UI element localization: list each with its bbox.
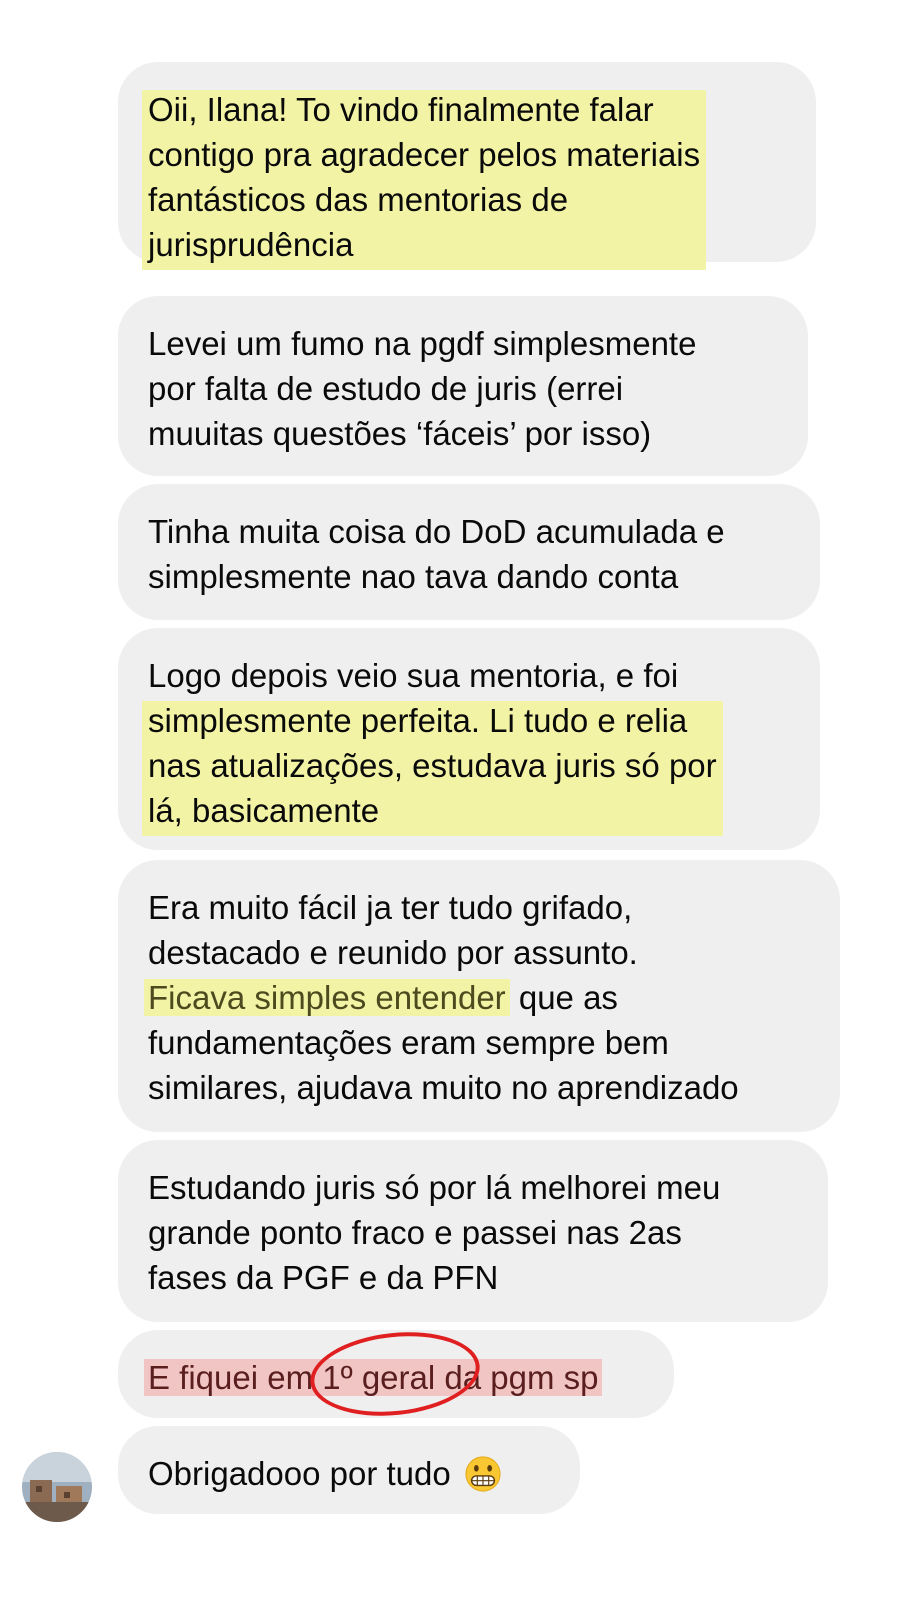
message-bubble[interactable]: Tinha muita coisa do DoD acumulada e sim…: [118, 484, 820, 620]
message-text: muuitas questões ‘fáceis’ por isso): [148, 415, 652, 452]
message-bubble[interactable]: Oii, Ilana! To vindo finalmente falar co…: [118, 62, 816, 270]
message-text: simplesmente nao tava dando conta: [148, 558, 679, 595]
message-text: contigo pra agradecer pelos materiais: [148, 136, 701, 173]
message-bubble[interactable]: Obrigadooo por tudo: [118, 1426, 580, 1514]
message-text: jurisprudência: [148, 226, 354, 263]
message-bubble[interactable]: Levei um fumo na pgdf simplesmente por f…: [118, 296, 808, 476]
message-text: destacado e reunido por assunto.: [148, 934, 638, 971]
message-text: Obrigadooo por tudo: [148, 1455, 451, 1492]
grimacing-face-icon: [465, 1456, 501, 1492]
message-text: Logo depois veio sua mentoria, e foi: [148, 657, 679, 694]
message-text: fases da PGF e da PFN: [148, 1259, 499, 1296]
highlight-block: simplesmente perfeita. Li tudo e relia n…: [142, 701, 723, 836]
message-text: Oii, Ilana! To vindo finalmente falar: [148, 91, 654, 128]
message-text: Levei um fumo na pgdf simplesmente: [148, 325, 697, 362]
message-bubble[interactable]: Era muito fácil ja ter tudo grifado, des…: [118, 860, 840, 1132]
message-text: grande ponto fraco e passei nas 2as: [148, 1214, 682, 1251]
message-bubble[interactable]: Estudando juris só por lá melhorei meu g…: [118, 1140, 828, 1322]
message-text: lá, basicamente: [148, 792, 380, 829]
message-text: Tinha muita coisa do DoD acumulada e: [148, 513, 725, 550]
message-text: por falta de estudo de juris (errei: [148, 370, 624, 407]
highlighted-text: Ficava simples entender: [144, 979, 510, 1016]
message-text: nas atualizações, estudava juris só por: [148, 747, 717, 784]
highlight-block: Oii, Ilana! To vindo finalmente falar co…: [142, 90, 707, 270]
message-text: similares, ajudava muito no aprendizado: [148, 1069, 739, 1106]
message-text-line: Ficava simples entender que as: [144, 978, 810, 1023]
message-text: simplesmente perfeita. Li tudo e relia: [148, 702, 688, 739]
message-text: fundamentações eram sempre bem: [148, 1024, 669, 1061]
avatar-image: [22, 1452, 92, 1522]
message-text-line: Obrigadooo por tudo: [148, 1454, 550, 1499]
avatar[interactable]: [22, 1452, 92, 1522]
message-text: fantásticos das mentorias de: [148, 181, 569, 218]
message-text: que as: [509, 979, 618, 1016]
message-text: Estudando juris só por lá melhorei meu: [148, 1169, 721, 1206]
message-text: Era muito fácil ja ter tudo grifado,: [148, 889, 633, 926]
message-bubble[interactable]: Logo depois veio sua mentoria, e foi sim…: [118, 628, 820, 850]
